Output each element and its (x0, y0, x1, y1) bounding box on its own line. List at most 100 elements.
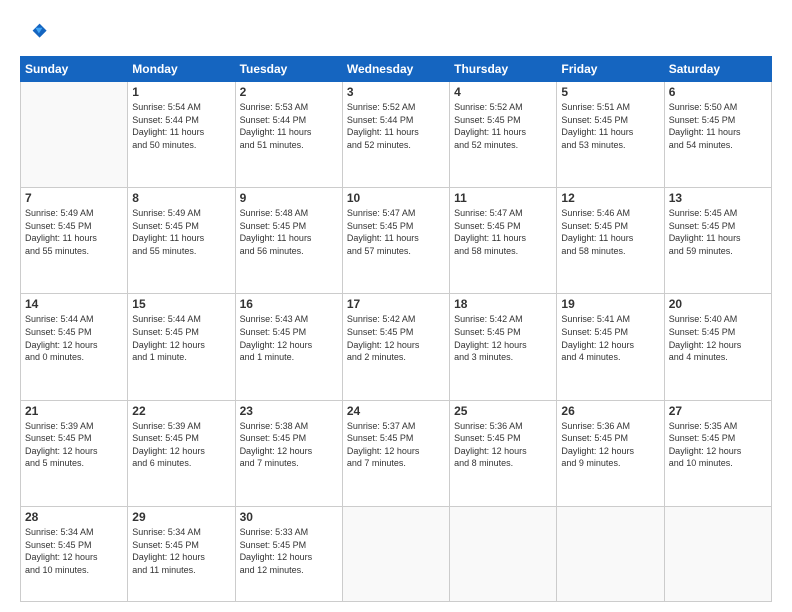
day-number: 13 (669, 191, 767, 205)
day-number: 20 (669, 297, 767, 311)
calendar-cell (342, 506, 449, 601)
day-info: Sunrise: 5:52 AM Sunset: 5:44 PM Dayligh… (347, 101, 445, 151)
day-number: 12 (561, 191, 659, 205)
calendar-cell: 14 Sunrise: 5:44 AM Sunset: 5:45 PM Dayli… (21, 294, 128, 400)
calendar-cell: 2 Sunrise: 5:53 AM Sunset: 5:44 PM Daylig… (235, 82, 342, 188)
day-number: 8 (132, 191, 230, 205)
calendar-cell: 24 Sunrise: 5:37 AM Sunset: 5:45 PM Dayli… (342, 400, 449, 506)
calendar-cell (557, 506, 664, 601)
day-info: Sunrise: 5:48 AM Sunset: 5:45 PM Dayligh… (240, 207, 338, 257)
calendar-cell: 5 Sunrise: 5:51 AM Sunset: 5:45 PM Daylig… (557, 82, 664, 188)
header-day: Monday (128, 57, 235, 82)
calendar-cell: 11 Sunrise: 5:47 AM Sunset: 5:45 PM Dayli… (450, 188, 557, 294)
logo-icon (20, 18, 48, 46)
header-day: Wednesday (342, 57, 449, 82)
day-info: Sunrise: 5:52 AM Sunset: 5:45 PM Dayligh… (454, 101, 552, 151)
day-number: 18 (454, 297, 552, 311)
calendar-cell: 7 Sunrise: 5:49 AM Sunset: 5:45 PM Daylig… (21, 188, 128, 294)
day-number: 25 (454, 404, 552, 418)
calendar-cell: 20 Sunrise: 5:40 AM Sunset: 5:45 PM Dayli… (664, 294, 771, 400)
day-info: Sunrise: 5:35 AM Sunset: 5:45 PM Dayligh… (669, 420, 767, 470)
header-row: SundayMondayTuesdayWednesdayThursdayFrid… (21, 57, 772, 82)
calendar-cell: 25 Sunrise: 5:36 AM Sunset: 5:45 PM Dayli… (450, 400, 557, 506)
day-number: 10 (347, 191, 445, 205)
day-number: 4 (454, 85, 552, 99)
calendar-cell: 10 Sunrise: 5:47 AM Sunset: 5:45 PM Dayli… (342, 188, 449, 294)
calendar-header: SundayMondayTuesdayWednesdayThursdayFrid… (21, 57, 772, 82)
day-info: Sunrise: 5:49 AM Sunset: 5:45 PM Dayligh… (25, 207, 123, 257)
day-info: Sunrise: 5:36 AM Sunset: 5:45 PM Dayligh… (454, 420, 552, 470)
day-info: Sunrise: 5:43 AM Sunset: 5:45 PM Dayligh… (240, 313, 338, 363)
day-info: Sunrise: 5:42 AM Sunset: 5:45 PM Dayligh… (454, 313, 552, 363)
day-info: Sunrise: 5:39 AM Sunset: 5:45 PM Dayligh… (25, 420, 123, 470)
day-number: 30 (240, 510, 338, 524)
day-number: 27 (669, 404, 767, 418)
calendar-cell: 4 Sunrise: 5:52 AM Sunset: 5:45 PM Daylig… (450, 82, 557, 188)
calendar-cell: 27 Sunrise: 5:35 AM Sunset: 5:45 PM Dayli… (664, 400, 771, 506)
calendar-cell: 23 Sunrise: 5:38 AM Sunset: 5:45 PM Dayli… (235, 400, 342, 506)
page: SundayMondayTuesdayWednesdayThursdayFrid… (0, 0, 792, 612)
day-number: 23 (240, 404, 338, 418)
day-number: 14 (25, 297, 123, 311)
day-info: Sunrise: 5:53 AM Sunset: 5:44 PM Dayligh… (240, 101, 338, 151)
calendar-week-row: 28 Sunrise: 5:34 AM Sunset: 5:45 PM Dayli… (21, 506, 772, 601)
day-info: Sunrise: 5:38 AM Sunset: 5:45 PM Dayligh… (240, 420, 338, 470)
calendar-cell: 30Sunrise: 5:33 AM Sunset: 5:45 PM Dayli… (235, 506, 342, 601)
day-info: Sunrise: 5:34 AM Sunset: 5:45 PM Dayligh… (132, 526, 230, 576)
calendar-cell: 18 Sunrise: 5:42 AM Sunset: 5:45 PM Dayli… (450, 294, 557, 400)
day-number: 26 (561, 404, 659, 418)
calendar-week-row: 14 Sunrise: 5:44 AM Sunset: 5:45 PM Dayli… (21, 294, 772, 400)
day-info: Sunrise: 5:44 AM Sunset: 5:45 PM Dayligh… (25, 313, 123, 363)
calendar-cell: 26 Sunrise: 5:36 AM Sunset: 5:45 PM Dayli… (557, 400, 664, 506)
day-info: Sunrise: 5:40 AM Sunset: 5:45 PM Dayligh… (669, 313, 767, 363)
calendar-week-row: 1Sunrise: 5:54 AM Sunset: 5:44 PM Daylig… (21, 82, 772, 188)
day-number: 1 (132, 85, 230, 99)
calendar-cell: 3 Sunrise: 5:52 AM Sunset: 5:44 PM Daylig… (342, 82, 449, 188)
calendar-cell: 19 Sunrise: 5:41 AM Sunset: 5:45 PM Dayli… (557, 294, 664, 400)
header-day: Friday (557, 57, 664, 82)
calendar-cell: 22Sunrise: 5:39 AM Sunset: 5:45 PM Dayli… (128, 400, 235, 506)
header-day: Tuesday (235, 57, 342, 82)
logo (20, 18, 50, 46)
day-number: 15 (132, 297, 230, 311)
calendar-cell: 16Sunrise: 5:43 AM Sunset: 5:45 PM Dayli… (235, 294, 342, 400)
calendar-cell (664, 506, 771, 601)
calendar-cell (21, 82, 128, 188)
day-number: 19 (561, 297, 659, 311)
day-number: 11 (454, 191, 552, 205)
header-day: Sunday (21, 57, 128, 82)
calendar-body: 1Sunrise: 5:54 AM Sunset: 5:44 PM Daylig… (21, 82, 772, 602)
day-info: Sunrise: 5:37 AM Sunset: 5:45 PM Dayligh… (347, 420, 445, 470)
calendar-cell: 1Sunrise: 5:54 AM Sunset: 5:44 PM Daylig… (128, 82, 235, 188)
day-number: 17 (347, 297, 445, 311)
day-number: 2 (240, 85, 338, 99)
calendar-cell: 17Sunrise: 5:42 AM Sunset: 5:45 PM Dayli… (342, 294, 449, 400)
day-number: 9 (240, 191, 338, 205)
header-day: Thursday (450, 57, 557, 82)
day-info: Sunrise: 5:47 AM Sunset: 5:45 PM Dayligh… (347, 207, 445, 257)
day-number: 24 (347, 404, 445, 418)
day-info: Sunrise: 5:46 AM Sunset: 5:45 PM Dayligh… (561, 207, 659, 257)
calendar-cell (450, 506, 557, 601)
day-number: 28 (25, 510, 123, 524)
day-number: 5 (561, 85, 659, 99)
calendar-cell: 6 Sunrise: 5:50 AM Sunset: 5:45 PM Daylig… (664, 82, 771, 188)
day-info: Sunrise: 5:50 AM Sunset: 5:45 PM Dayligh… (669, 101, 767, 151)
day-info: Sunrise: 5:47 AM Sunset: 5:45 PM Dayligh… (454, 207, 552, 257)
calendar-cell: 12 Sunrise: 5:46 AM Sunset: 5:45 PM Dayli… (557, 188, 664, 294)
calendar-cell: 29 Sunrise: 5:34 AM Sunset: 5:45 PM Dayli… (128, 506, 235, 601)
day-info: Sunrise: 5:51 AM Sunset: 5:45 PM Dayligh… (561, 101, 659, 151)
calendar-cell: 21Sunrise: 5:39 AM Sunset: 5:45 PM Dayli… (21, 400, 128, 506)
calendar-week-row: 21Sunrise: 5:39 AM Sunset: 5:45 PM Dayli… (21, 400, 772, 506)
calendar-cell: 28 Sunrise: 5:34 AM Sunset: 5:45 PM Dayli… (21, 506, 128, 601)
day-info: Sunrise: 5:41 AM Sunset: 5:45 PM Dayligh… (561, 313, 659, 363)
day-number: 29 (132, 510, 230, 524)
calendar-table: SundayMondayTuesdayWednesdayThursdayFrid… (20, 56, 772, 602)
day-number: 22 (132, 404, 230, 418)
day-info: Sunrise: 5:36 AM Sunset: 5:45 PM Dayligh… (561, 420, 659, 470)
day-number: 6 (669, 85, 767, 99)
day-number: 3 (347, 85, 445, 99)
day-info: Sunrise: 5:34 AM Sunset: 5:45 PM Dayligh… (25, 526, 123, 576)
day-info: Sunrise: 5:45 AM Sunset: 5:45 PM Dayligh… (669, 207, 767, 257)
day-number: 7 (25, 191, 123, 205)
